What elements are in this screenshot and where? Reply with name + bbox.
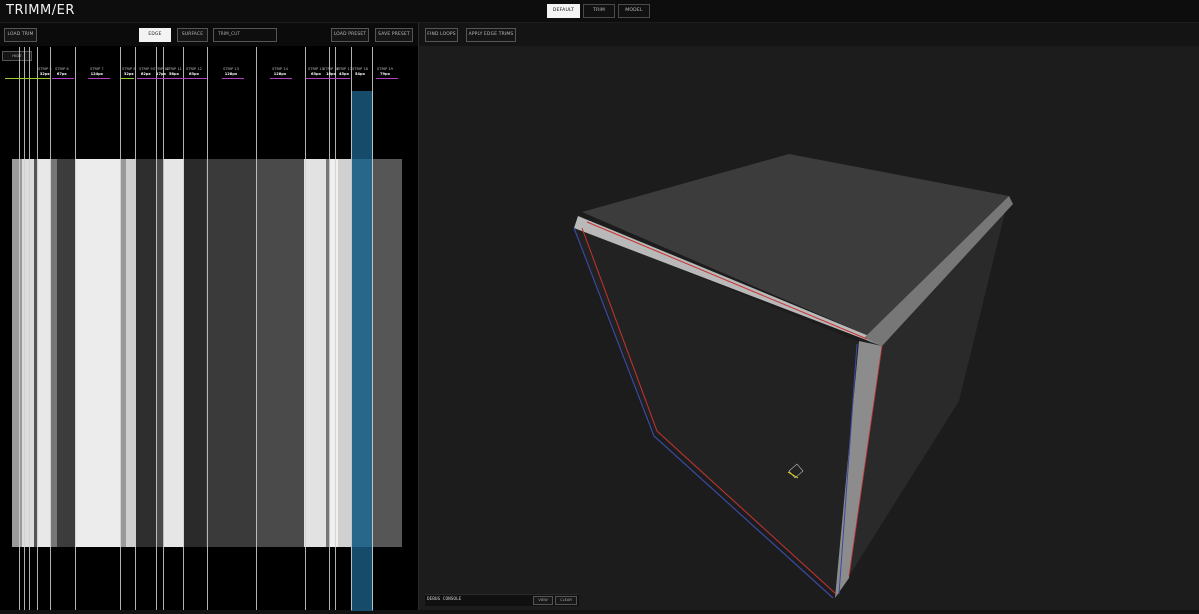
strip-label: STRIP 13 128px (223, 67, 239, 76)
strip-guide[interactable] (50, 47, 51, 610)
debug-console: DEBUG CONSOLE VIEW CLEAR (425, 594, 579, 606)
strip-guide[interactable] (135, 47, 136, 610)
cube-model (573, 154, 1013, 599)
strip-guide[interactable] (120, 47, 121, 610)
load-trim-button[interactable]: LOAD TRIM (4, 28, 37, 42)
strip-guide[interactable] (19, 47, 20, 610)
strip-marker (88, 78, 110, 79)
trim-name-field[interactable]: TRIM_CUT (213, 28, 277, 42)
console-view-button[interactable]: VIEW (533, 596, 553, 605)
strip-label: STRIP 7 124px (90, 67, 104, 76)
trim-editor-panel: LOAD TRIM EDGE SURFACE TRIM_CUT LOAD PRE… (0, 23, 419, 611)
strip-marker (52, 78, 74, 79)
strip-label: STRIP 15 63px (308, 67, 324, 76)
save-preset-button[interactable]: SAVE PRESET (375, 28, 413, 42)
strip-guide[interactable] (37, 47, 38, 610)
apply-edge-trims-button[interactable]: APPLY EDGE TRIMS (466, 28, 516, 42)
strip-marker (306, 78, 350, 79)
app-logo: TRIMM/ER (6, 3, 75, 18)
selected-strip-highlight (351, 91, 373, 611)
top-bar: TRIMM/ER DEFAULT TRIM MODEL (0, 0, 1199, 23)
surface-mode-button[interactable]: SURFACE (177, 28, 208, 42)
find-loops-button[interactable]: FIND LOOPS (425, 28, 458, 42)
3d-viewport-panel: FIND LOOPS APPLY EDGE TRIMS DEBUG CONSOL… (419, 23, 1199, 610)
strip-guide[interactable] (163, 47, 164, 610)
strip-guide[interactable] (29, 47, 30, 610)
strip-guide[interactable] (329, 47, 330, 610)
strip-marker (120, 78, 134, 79)
strip-label: STRIP 11 58px (166, 67, 182, 76)
right-toolbar: FIND LOOPS APPLY EDGE TRIMS (419, 23, 1199, 46)
strip-guide[interactable] (183, 47, 184, 610)
strip-marker (222, 78, 244, 79)
strip-marker (5, 78, 50, 79)
strip-guide[interactable] (372, 47, 373, 610)
strip-guide[interactable] (256, 47, 257, 610)
debug-console-label: DEBUG CONSOLE (427, 597, 462, 602)
strip-label: STRIP 8 32px (122, 67, 136, 76)
mode-trim-button[interactable]: TRIM (583, 4, 615, 18)
strip-label: STRIP 5 32px (38, 67, 52, 76)
strip-label: STRIP 6 67px (55, 67, 69, 76)
strip-label: STRIP 18 54px (352, 67, 368, 76)
strip-marker (376, 78, 398, 79)
mode-default-button[interactable]: DEFAULT (547, 4, 580, 18)
strip-label: STRIP 9 62px (139, 67, 153, 76)
left-toolbar: LOAD TRIM EDGE SURFACE TRIM_CUT LOAD PRE… (0, 23, 418, 46)
strip-marker (137, 78, 207, 79)
strip-marker (270, 78, 292, 79)
strip-guide[interactable] (335, 47, 336, 610)
edge-mode-button[interactable]: EDGE (139, 28, 171, 42)
strip-guide[interactable] (24, 47, 25, 610)
hide-button[interactable]: HIDE (2, 51, 32, 61)
strip-guide[interactable] (75, 47, 76, 610)
strip-guide[interactable] (156, 47, 157, 610)
strip-label: STRIP 14 128px (272, 67, 288, 76)
strip-canvas[interactable]: HIDE STRIP 5 32px STRIP 6 67px STRIP 7 1… (0, 47, 418, 611)
strip-guide[interactable] (305, 47, 306, 610)
strip-label: STRIP 12 63px (186, 67, 202, 76)
strip-label: STRIP 17 45px (336, 67, 352, 76)
console-clear-button[interactable]: CLEAR (555, 596, 577, 605)
strip-label: STRIP 19 79px (377, 67, 393, 76)
load-preset-button[interactable]: LOAD PRESET (331, 28, 369, 42)
mode-model-button[interactable]: MODEL (618, 4, 650, 18)
strip-guide[interactable] (207, 47, 208, 610)
3d-viewport[interactable]: DEBUG CONSOLE VIEW CLEAR (419, 46, 1199, 610)
strip-guide[interactable] (351, 47, 352, 610)
